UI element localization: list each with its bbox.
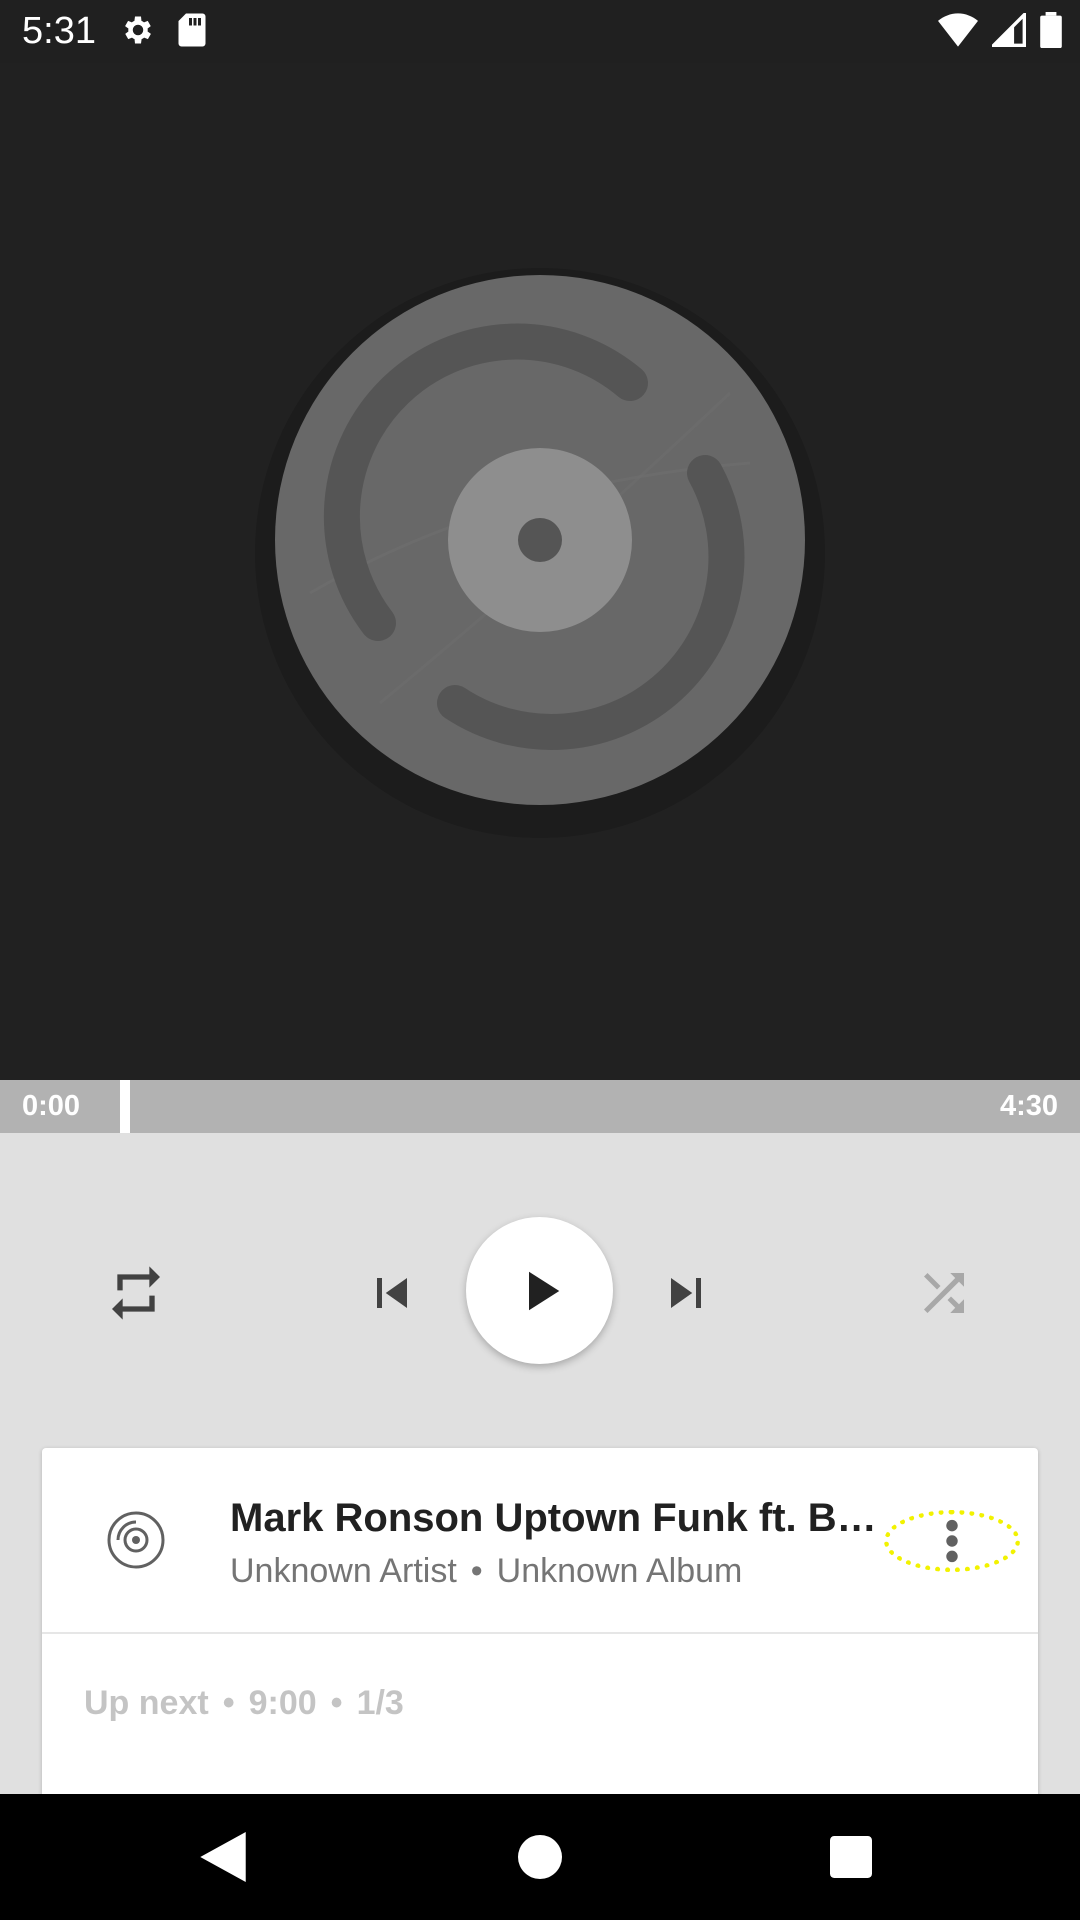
- up-next-separator-1: •: [222, 1684, 235, 1722]
- more-vert-icon: [946, 1519, 958, 1563]
- repeat-button[interactable]: [96, 1253, 176, 1333]
- track-subtitle: Unknown Artist • Unknown Album: [230, 1552, 742, 1591]
- seek-bar-thumb[interactable]: [120, 1080, 130, 1133]
- track-title: Mark Ronson Uptown Funk ft. B…: [230, 1496, 877, 1540]
- music-player-screen: 5:31 0:00 4:30 Mark Ronson Uptown Funk f…: [0, 0, 1080, 1920]
- up-next-label: Up next: [84, 1684, 209, 1722]
- now-playing-row[interactable]: Mark Ronson Uptown Funk ft. B… Unknown A…: [42, 1448, 1038, 1634]
- cell-signal-icon: [989, 10, 1026, 52]
- play-button[interactable]: [466, 1217, 613, 1364]
- up-next-header: Up next • 9:00 • 1/3: [84, 1684, 404, 1723]
- total-time: 4:30: [999, 1090, 1058, 1122]
- nav-home-button[interactable]: [507, 1824, 573, 1890]
- up-next-duration: 9:00: [248, 1684, 317, 1722]
- battery-icon: [1040, 12, 1062, 53]
- vinyl-record-icon: [255, 268, 825, 838]
- subtitle-separator: •: [470, 1552, 483, 1590]
- album-art-area[interactable]: [0, 63, 1080, 1080]
- repeat-icon: [112, 1266, 160, 1320]
- current-time: 0:00: [22, 1090, 81, 1122]
- playback-controls: [0, 1133, 1080, 1448]
- up-next-position: 1/3: [356, 1684, 404, 1722]
- home-icon: [518, 1835, 562, 1879]
- wifi-icon: [938, 13, 978, 52]
- queue-card: Mark Ronson Uptown Funk ft. B… Unknown A…: [42, 1448, 1038, 1848]
- nav-recents-button[interactable]: [818, 1824, 884, 1890]
- previous-button[interactable]: [352, 1253, 432, 1333]
- track-album: Unknown Album: [496, 1552, 743, 1590]
- play-icon: [528, 1271, 559, 1310]
- skip-next-icon: [671, 1278, 701, 1308]
- skip-previous-icon: [377, 1278, 407, 1308]
- nav-back-button[interactable]: [190, 1824, 256, 1890]
- status-bar: 5:31: [0, 0, 1080, 63]
- shuffle-button[interactable]: [904, 1253, 984, 1333]
- back-icon: [200, 1832, 246, 1882]
- recents-icon: [830, 1836, 872, 1878]
- status-time: 5:31: [22, 10, 96, 52]
- settings-icon: [120, 12, 156, 53]
- album-disc-icon: [107, 1511, 165, 1569]
- shuffle-icon: [924, 1273, 964, 1313]
- track-artist: Unknown Artist: [230, 1552, 457, 1590]
- next-button[interactable]: [646, 1253, 726, 1333]
- navigation-bar: [0, 1794, 1080, 1920]
- seek-bar[interactable]: 0:00 4:30: [0, 1080, 1080, 1133]
- sd-card-icon: [176, 12, 208, 53]
- up-next-separator-2: •: [330, 1684, 343, 1722]
- track-menu-button[interactable]: [884, 1510, 1020, 1572]
